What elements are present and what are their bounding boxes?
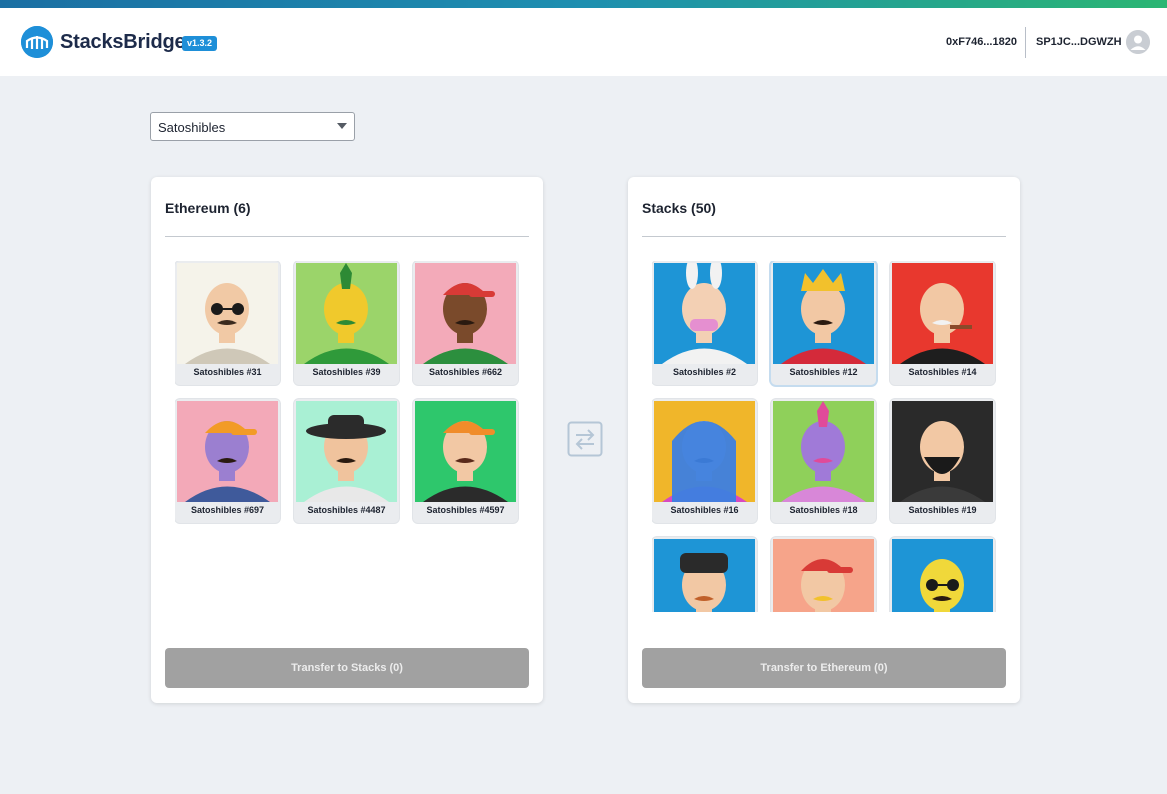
stacks-panel-title: Stacks (50) — [642, 200, 716, 216]
ethereum-nft-grid[interactable]: Satoshibles #31 Satoshibles #39 Satoshible… — [175, 261, 520, 612]
stacksbridge-logo-icon[interactable] — [21, 26, 53, 58]
nft-card[interactable]: Satoshibles #14 — [890, 261, 995, 385]
nft-card[interactable]: Satoshibles #21 — [771, 537, 876, 612]
app-name: StacksBridge — [60, 31, 186, 53]
nft-label: Satoshibles #2 — [672, 367, 737, 377]
nft-image — [177, 263, 278, 364]
nft-image — [892, 263, 993, 364]
nft-label: Satoshibles #14 — [908, 367, 977, 377]
nft-image — [415, 401, 516, 502]
nft-card[interactable]: Satoshibles #12 — [771, 261, 876, 385]
nft-image — [773, 539, 874, 612]
stacks-nft-grid[interactable]: Satoshibles #2 Satoshibles #12 Satoshibles… — [652, 261, 997, 612]
nft-label: Satoshibles #4487 — [307, 505, 386, 515]
transfer-to-ethereum-button[interactable]: Transfer to Ethereum (0) — [642, 648, 1006, 688]
nft-label: Satoshibles #39 — [312, 367, 381, 377]
ethereum-panel-title: Ethereum (6) — [165, 200, 251, 216]
nft-card[interactable]: Satoshibles #697 — [175, 399, 280, 523]
nft-card[interactable]: Satoshibles #18 — [771, 399, 876, 523]
nft-label: Satoshibles #4597 — [426, 505, 505, 515]
nft-card[interactable]: Satoshibles #19 — [890, 399, 995, 523]
nft-card[interactable]: Satoshibles #4597 — [413, 399, 518, 523]
nft-image — [415, 263, 516, 364]
nft-label: Satoshibles #18 — [789, 505, 858, 515]
version-badge: v1.3.2 — [182, 36, 218, 51]
stacks-panel: Stacks (50) Satoshibles #2 Satoshibles #1… — [628, 177, 1020, 703]
nft-image — [296, 263, 397, 364]
divider — [165, 236, 529, 237]
nft-image — [654, 263, 755, 364]
transfer-to-stacks-button[interactable]: Transfer to Stacks (0) — [165, 648, 529, 688]
chevron-down-icon — [337, 123, 347, 129]
nft-image — [296, 401, 397, 502]
nft-image — [892, 401, 993, 502]
nft-card[interactable]: Satoshibles #39 — [294, 261, 399, 385]
nft-card[interactable]: Satoshibles #20 — [652, 537, 757, 612]
nft-image — [773, 401, 874, 502]
nft-card[interactable]: Satoshibles #4487 — [294, 399, 399, 523]
ethereum-panel: Ethereum (6) Satoshibles #31 Satoshibles … — [151, 177, 543, 703]
collection-select[interactable]: Satoshibles — [150, 112, 355, 141]
nft-card[interactable]: Satoshibles #22 — [890, 537, 995, 612]
app-header: StacksBridge v1.3.2 0xF746...1820 SP1JC.… — [0, 8, 1167, 76]
nft-label: Satoshibles #697 — [190, 505, 265, 515]
nft-image — [177, 401, 278, 502]
stacks-wallet-address[interactable]: SP1JC...DGWZH — [1036, 36, 1122, 48]
ethereum-wallet-address[interactable]: 0xF746...1820 — [946, 36, 1017, 48]
user-avatar-icon[interactable] — [1126, 30, 1150, 54]
nft-label: Satoshibles #31 — [193, 367, 262, 377]
nft-card[interactable]: Satoshibles #662 — [413, 261, 518, 385]
nft-label: Satoshibles #19 — [908, 505, 977, 515]
nft-label: Satoshibles #12 — [789, 367, 858, 377]
nft-image — [892, 539, 993, 612]
collection-select-value: Satoshibles — [158, 120, 226, 135]
nft-card[interactable]: Satoshibles #16 — [652, 399, 757, 523]
nft-image — [654, 539, 755, 612]
top-accent-stripe — [0, 0, 1167, 8]
nft-card[interactable]: Satoshibles #2 — [652, 261, 757, 385]
nft-label: Satoshibles #16 — [670, 505, 739, 515]
wallet-divider — [1025, 27, 1026, 58]
swap-direction-icon[interactable] — [567, 421, 603, 457]
nft-card[interactable]: Satoshibles #31 — [175, 261, 280, 385]
nft-image — [654, 401, 755, 502]
nft-image — [773, 263, 874, 364]
nft-label: Satoshibles #662 — [428, 367, 503, 377]
divider — [642, 236, 1006, 237]
